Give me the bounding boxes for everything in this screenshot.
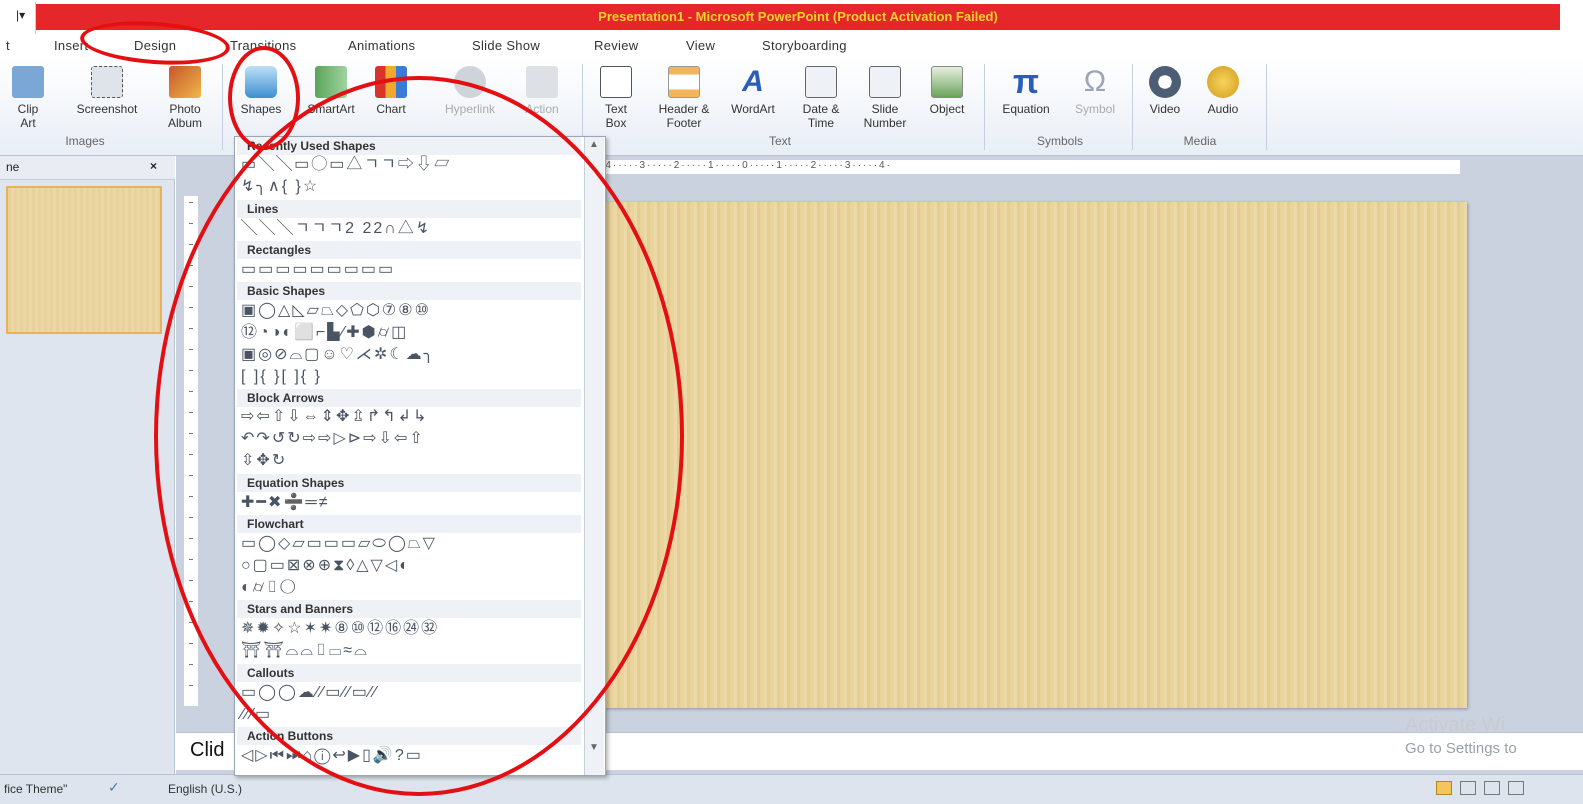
- group-separator: [1266, 64, 1267, 150]
- date-time-label: Date & Time: [802, 102, 840, 130]
- group-label-images: Images: [65, 134, 105, 148]
- object-icon: [931, 66, 963, 98]
- quick-access-toolbar[interactable]: |▾: [0, 2, 36, 34]
- photo-album-button[interactable]: Photo Album: [156, 66, 214, 130]
- slide-thumbnail[interactable]: [6, 186, 162, 334]
- wordart-icon: A: [742, 65, 764, 98]
- window-title: Presentation1 - Microsoft PowerPoint (Pr…: [36, 4, 1560, 30]
- scroll-up-icon[interactable]: ▲: [589, 139, 599, 150]
- pane-title: ne: [6, 160, 20, 174]
- activation-watermark-sub: Go to Settings to: [1405, 740, 1517, 757]
- scroll-down-icon[interactable]: ▼: [589, 742, 599, 753]
- normal-view-icon[interactable]: [1436, 781, 1452, 795]
- action-icon: [526, 66, 558, 98]
- ruler-tick: [189, 664, 193, 665]
- ribbon-tabs: t Insert Design Transitions Animations S…: [0, 34, 1583, 58]
- slides-pane-header: ne ×: [0, 156, 175, 180]
- equation-label: Equation: [1002, 102, 1050, 116]
- reading-view-icon[interactable]: [1484, 781, 1500, 795]
- screenshot-label: Screenshot: [76, 102, 138, 116]
- slide-number-button[interactable]: Slide Number: [854, 66, 916, 130]
- photo-album-icon: [169, 66, 201, 98]
- photo-album-label: Photo Album: [167, 102, 202, 130]
- text-box-icon: [600, 66, 632, 98]
- header-footer-icon: [668, 66, 700, 98]
- tab-slide-show[interactable]: Slide Show: [472, 38, 540, 53]
- group-label-text: Text: [768, 134, 791, 148]
- theme-status[interactable]: fice Theme": [4, 782, 67, 796]
- omega-icon: Ω: [1083, 65, 1107, 98]
- language-status[interactable]: English (U.S.): [168, 782, 242, 796]
- activation-watermark: Activate Wi: [1405, 714, 1506, 736]
- group-separator: [984, 64, 985, 150]
- clip-art-label: Clip Art: [17, 102, 39, 130]
- audio-label: Audio: [1207, 102, 1239, 116]
- group-separator: [222, 64, 223, 150]
- screenshot-icon: [91, 66, 123, 98]
- equation-button[interactable]: π Equation: [990, 63, 1062, 116]
- slide-show-icon[interactable]: [1508, 781, 1524, 795]
- pi-icon: π: [1012, 63, 1040, 101]
- tab-view[interactable]: View: [686, 38, 715, 53]
- slide-canvas[interactable]: [590, 202, 1467, 708]
- ruler-tick: [189, 643, 193, 644]
- tab-storyboarding[interactable]: Storyboarding: [762, 38, 847, 53]
- wordart-label: WordArt: [731, 102, 775, 116]
- spellcheck-icon[interactable]: ✓: [108, 779, 120, 796]
- calendar-icon: [805, 66, 837, 98]
- text-box-label: Text Box: [604, 102, 627, 130]
- header-footer-button[interactable]: Header & Footer: [648, 66, 720, 130]
- slide-number-icon: [869, 66, 901, 98]
- horizontal-ruler: ·4·····3·····2·····1·····0·····1·····2··…: [600, 160, 1460, 174]
- text-box-button[interactable]: Text Box: [596, 66, 636, 130]
- date-time-button[interactable]: Date & Time: [790, 66, 852, 130]
- ruler-tick: [189, 223, 193, 224]
- ruler-tick: [189, 244, 193, 245]
- wordart-button[interactable]: A WordArt: [722, 65, 784, 117]
- video-label: Video: [1149, 102, 1181, 116]
- annotation-oval-gallery: [154, 76, 684, 796]
- object-label: Object: [929, 102, 965, 116]
- symbol-button[interactable]: Ω Symbol: [1066, 65, 1124, 117]
- tab-review[interactable]: Review: [594, 38, 638, 53]
- group-label-symbols: Symbols: [1036, 134, 1083, 148]
- group-separator: [1132, 64, 1133, 150]
- tab-animations[interactable]: Animations: [348, 38, 415, 53]
- video-button[interactable]: Video: [1140, 66, 1190, 116]
- film-reel-icon: [1149, 66, 1181, 98]
- status-bar: fice Theme" ✓ English (U.S.): [0, 774, 1583, 804]
- group-label-media: Media: [1183, 134, 1217, 148]
- clip-art-button[interactable]: Clip Art: [10, 66, 46, 130]
- symbol-label: Symbol: [1074, 102, 1115, 116]
- header-footer-label: Header & Footer: [658, 102, 710, 130]
- speaker-icon: [1207, 66, 1239, 98]
- screenshot-button[interactable]: Screenshot: [64, 66, 150, 116]
- clip-art-icon: [12, 66, 44, 98]
- ruler-tick: [189, 685, 193, 686]
- tab-home-partial[interactable]: t: [6, 38, 10, 53]
- object-button[interactable]: Object: [920, 66, 974, 116]
- slide-number-label: Slide Number: [863, 102, 907, 130]
- audio-button[interactable]: Audio: [1198, 66, 1248, 116]
- ruler-tick: [189, 202, 193, 203]
- slide-sorter-icon[interactable]: [1460, 781, 1476, 795]
- close-icon[interactable]: ×: [150, 159, 157, 173]
